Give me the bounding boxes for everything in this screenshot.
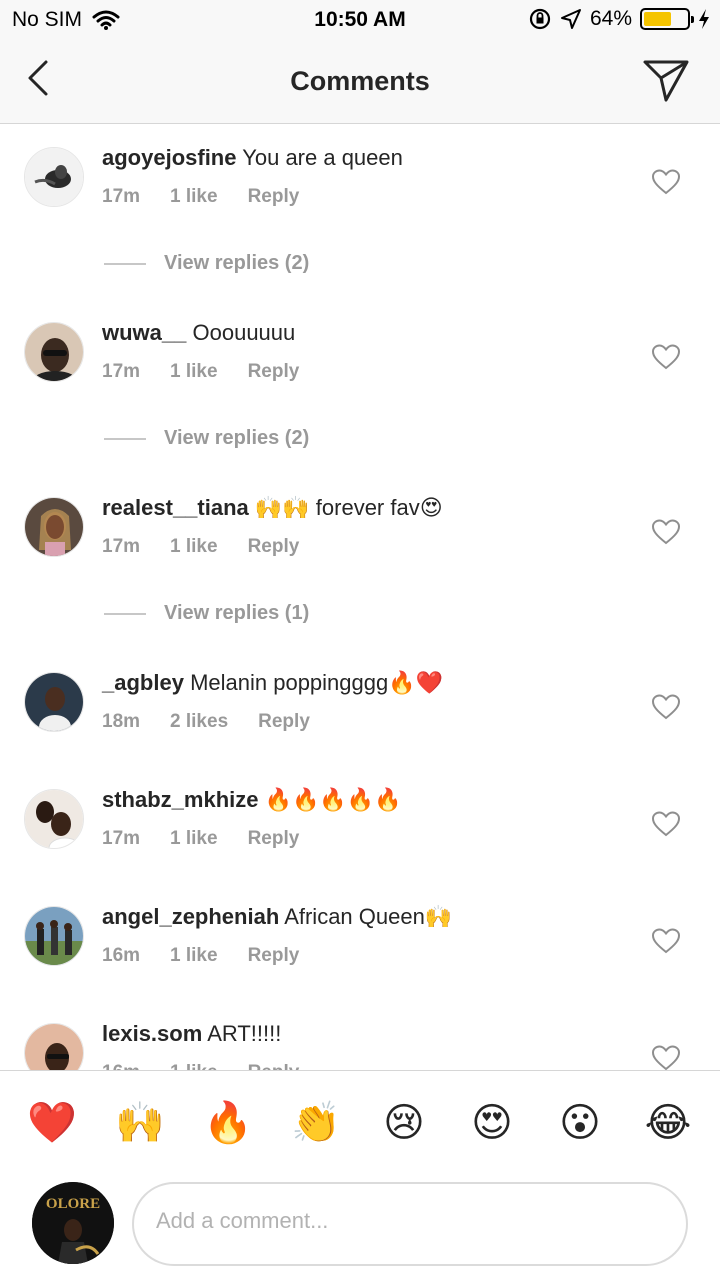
view-replies-label: View replies (2) bbox=[164, 427, 310, 449]
comment-meta: 17m 1 like Reply bbox=[102, 828, 329, 850]
like-heart-icon[interactable] bbox=[652, 694, 680, 720]
comment-likes[interactable]: 2 likes bbox=[170, 711, 228, 732]
view-replies-button[interactable]: View replies (1) bbox=[104, 602, 309, 625]
emoji-clapping-button[interactable]: 👏 bbox=[291, 1099, 341, 1147]
view-replies-label: View replies (1) bbox=[164, 602, 310, 624]
emoji-fire-button[interactable]: 🔥 bbox=[203, 1099, 253, 1147]
avatar[interactable] bbox=[24, 672, 84, 732]
status-right: 64% bbox=[528, 7, 710, 31]
avatar[interactable] bbox=[24, 147, 84, 207]
comment-composer: OLORE bbox=[0, 1170, 720, 1280]
comment-text: 🔥🔥🔥🔥🔥 bbox=[264, 787, 402, 812]
like-heart-icon[interactable] bbox=[652, 811, 680, 837]
comment-time: 17m bbox=[102, 828, 141, 849]
reply-button[interactable]: Reply bbox=[258, 711, 310, 732]
reply-button[interactable]: Reply bbox=[248, 945, 300, 966]
comment-likes[interactable]: 1 like bbox=[170, 1062, 218, 1070]
view-replies-label: View replies (2) bbox=[164, 252, 310, 274]
battery-icon bbox=[640, 8, 694, 30]
view-replies-button[interactable]: View replies (2) bbox=[104, 427, 309, 450]
comment-likes[interactable]: 1 like bbox=[170, 945, 218, 966]
reply-button[interactable]: Reply bbox=[248, 828, 300, 849]
comment-text: 🙌🙌 forever fav😍 bbox=[254, 495, 443, 520]
emoji-raised-hands-button[interactable]: 🙌 bbox=[115, 1099, 165, 1147]
comment-time: 17m bbox=[102, 361, 141, 382]
battery-level bbox=[644, 12, 671, 26]
replies-divider bbox=[104, 437, 146, 440]
comment-text: You are a queen bbox=[242, 145, 403, 170]
emoji-crying-button[interactable]: 😢 bbox=[379, 1099, 429, 1147]
comment-body: angel_zepheniah African Queen🙌 bbox=[102, 904, 452, 930]
replies-divider bbox=[104, 612, 146, 615]
avatar[interactable] bbox=[24, 906, 84, 966]
comment-time: 16m bbox=[102, 1062, 140, 1070]
comment-body: wuwa__ Ooouuuuu bbox=[102, 320, 295, 346]
like-heart-icon[interactable] bbox=[652, 519, 680, 545]
replies-divider bbox=[104, 262, 146, 265]
comment-text: African Queen🙌 bbox=[284, 904, 453, 929]
comment-body: agoyejosfine You are a queen bbox=[102, 145, 403, 171]
avatar[interactable] bbox=[24, 322, 84, 382]
view-replies-button[interactable]: View replies (2) bbox=[104, 252, 309, 275]
comment-meta: 18m 2 likes Reply bbox=[102, 711, 340, 733]
reply-button[interactable]: Reply bbox=[248, 536, 300, 557]
avatar[interactable] bbox=[24, 497, 84, 557]
rotation-lock-icon bbox=[529, 8, 551, 30]
comment-body: _agbley Melanin poppingggg🔥❤️ bbox=[102, 670, 443, 696]
emoji-surprised-button[interactable]: 😮 bbox=[555, 1099, 605, 1147]
comment-body: sthabz_mkhize 🔥🔥🔥🔥🔥 bbox=[102, 787, 402, 813]
comment-likes[interactable]: 1 like bbox=[170, 361, 218, 382]
comments-list[interactable]: agoyejosfine You are a queen 17m 1 like Re… bbox=[0, 125, 720, 1070]
comment-likes[interactable]: 1 like bbox=[170, 186, 218, 207]
navigation-bar: Comments bbox=[0, 40, 720, 124]
my-avatar[interactable]: OLORE bbox=[32, 1182, 114, 1264]
comment-username[interactable]: angel_zepheniah bbox=[102, 904, 279, 929]
comment-input-container[interactable] bbox=[132, 1182, 688, 1266]
avatar[interactable] bbox=[24, 1023, 84, 1070]
page-title: Comments bbox=[290, 66, 430, 96]
status-bar: No SIM 10:50 AM 64% bbox=[0, 0, 720, 40]
like-heart-icon[interactable] bbox=[652, 928, 680, 954]
paper-plane-icon[interactable] bbox=[642, 56, 690, 104]
location-arrow-icon bbox=[560, 9, 581, 29]
comment-meta: 16m 1 like Reply bbox=[102, 945, 329, 967]
comment-username[interactable]: sthabz_mkhize bbox=[102, 787, 259, 812]
reply-button[interactable]: Reply bbox=[248, 361, 300, 382]
avatar[interactable] bbox=[24, 789, 84, 849]
like-heart-icon[interactable] bbox=[652, 1045, 680, 1070]
comment-body: realest__tiana 🙌🙌 forever fav😍 bbox=[102, 495, 443, 521]
comment-likes[interactable]: 1 like bbox=[170, 828, 218, 849]
comment-meta: 17m 1 like Reply bbox=[102, 186, 329, 208]
comment-meta: 17m 1 like Reply bbox=[102, 536, 329, 558]
reply-button[interactable]: Reply bbox=[248, 1062, 300, 1070]
comment-time: 17m bbox=[102, 186, 141, 207]
emoji-heart-eyes-button[interactable]: 😍 bbox=[467, 1099, 517, 1147]
comment-username[interactable]: lexis.som bbox=[102, 1021, 202, 1046]
battery-percent: 64% bbox=[589, 7, 632, 30]
comment-username[interactable]: _agbley bbox=[102, 670, 184, 695]
like-heart-icon[interactable] bbox=[652, 344, 680, 370]
avatar-logo-text: OLORE bbox=[46, 1196, 100, 1212]
comment-username[interactable]: realest__tiana bbox=[102, 495, 249, 520]
comment-input[interactable] bbox=[156, 1208, 656, 1234]
comment-likes[interactable]: 1 like bbox=[170, 536, 218, 557]
emoji-heart-button[interactable]: ❤️ bbox=[27, 1099, 77, 1147]
comment-body: lexis.som ART!!!!! bbox=[102, 1021, 281, 1047]
reply-button[interactable]: Reply bbox=[248, 186, 300, 207]
comment-time: 16m bbox=[102, 945, 141, 966]
emoji-laughing-button[interactable]: 😂 bbox=[643, 1099, 693, 1147]
charging-bolt-icon bbox=[699, 9, 709, 29]
comment-text: Melanin poppingggg🔥❤️ bbox=[190, 670, 444, 695]
comment-time: 17m bbox=[102, 536, 141, 557]
comment-text: Ooouuuuu bbox=[192, 320, 296, 345]
comment-meta: 16m 1 like Reply bbox=[102, 1062, 329, 1070]
emoji-quick-bar: ❤️ 🙌 🔥 👏 😢 😍 😮 😂 bbox=[0, 1070, 720, 1170]
comment-time: 18m bbox=[102, 711, 141, 732]
comment-text: ART!!!!! bbox=[207, 1021, 282, 1046]
like-heart-icon[interactable] bbox=[652, 169, 680, 195]
comment-username[interactable]: wuwa__ bbox=[102, 320, 186, 345]
comment-username[interactable]: agoyejosfine bbox=[102, 145, 236, 170]
comment-meta: 17m 1 like Reply bbox=[102, 361, 329, 383]
